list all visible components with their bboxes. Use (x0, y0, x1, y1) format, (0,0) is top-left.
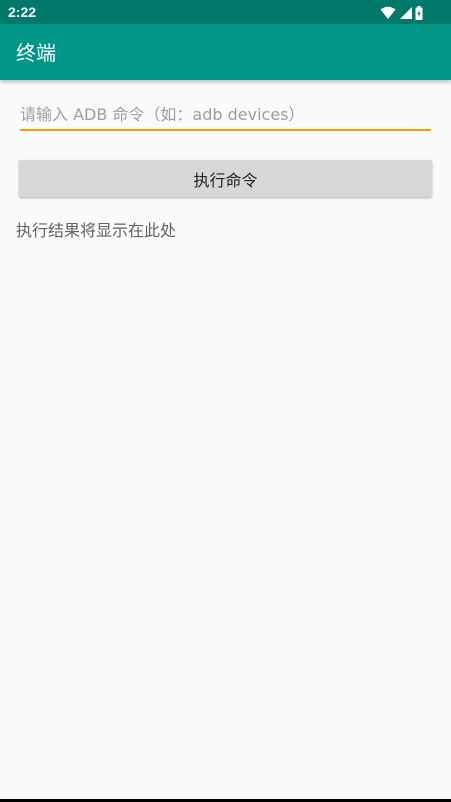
app-title: 终端 (16, 41, 56, 65)
battery-icon (415, 5, 423, 20)
status-bar: 2:22 (0, 0, 451, 24)
wifi-icon (380, 5, 396, 19)
status-icons (380, 5, 423, 20)
app-bar: 终端 (0, 24, 451, 80)
command-input[interactable] (20, 103, 431, 131)
cell-signal-icon (399, 5, 412, 19)
result-text: 执行结果将显示在此处 (16, 221, 177, 240)
status-time: 2:22 (8, 4, 37, 20)
execute-command-button[interactable]: 执行命令 (19, 160, 432, 197)
